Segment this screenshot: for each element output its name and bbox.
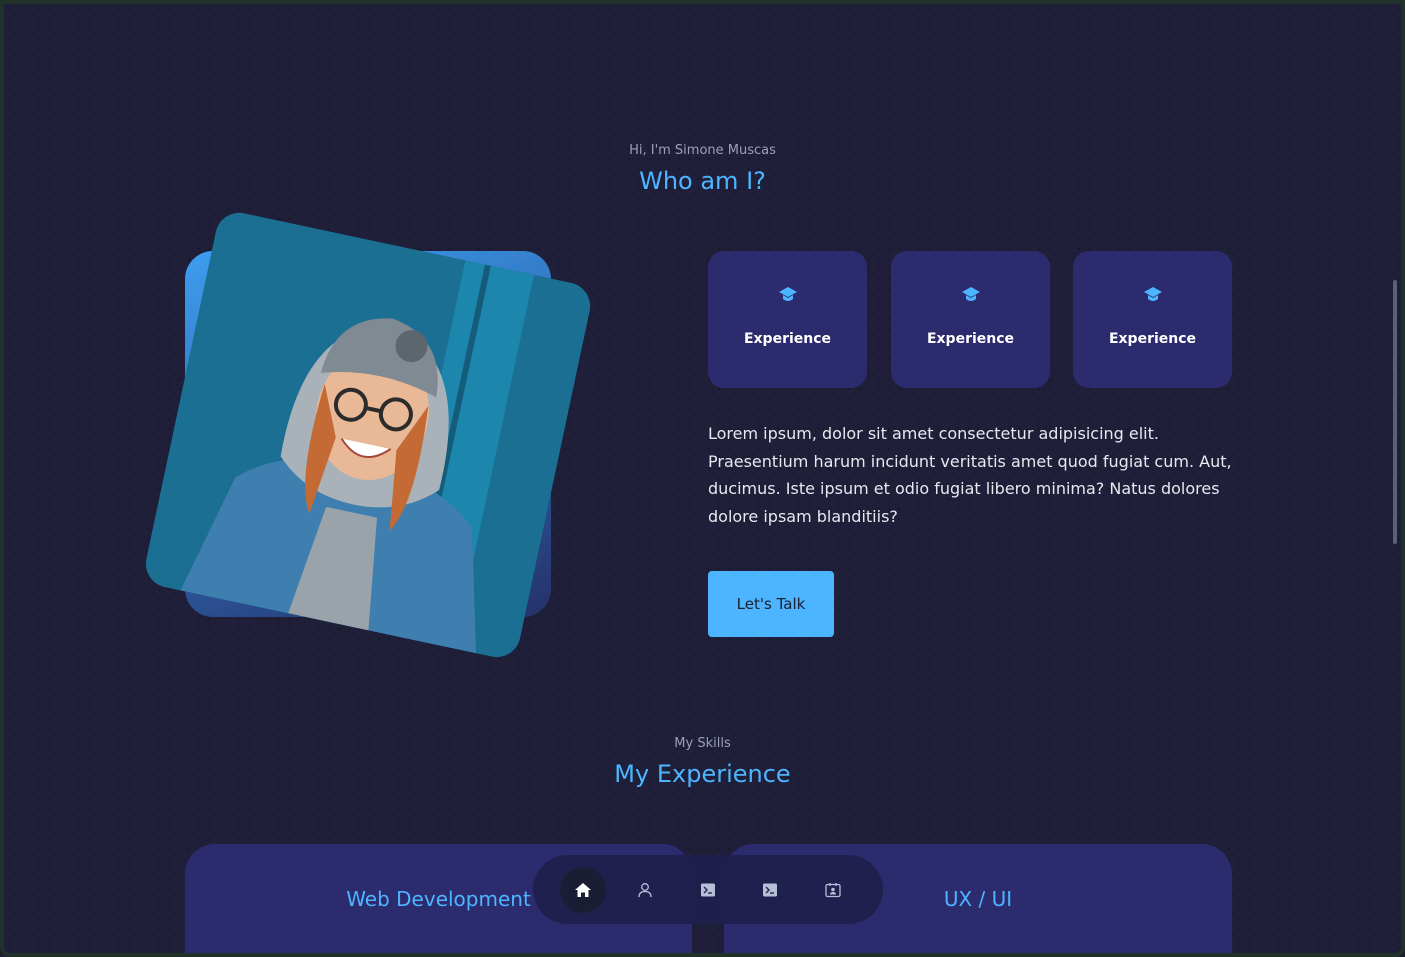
about-title: Who am I?	[639, 167, 766, 195]
graduation-cap-icon	[778, 287, 797, 301]
browser-viewport: Hi, I'm Simone Muscas Who am I? Experien…	[0, 0, 1405, 957]
nav-home[interactable]	[560, 867, 606, 913]
user-icon	[638, 883, 652, 898]
skills-title: My Experience	[614, 760, 791, 788]
graduation-cap-icon	[961, 287, 980, 301]
stat-card-experience: Experience	[891, 251, 1050, 388]
skills-eyebrow: My Skills	[674, 736, 731, 751]
terminal-icon	[701, 883, 715, 897]
nav-services[interactable]	[747, 867, 793, 913]
about-greeting: Hi, I'm Simone Muscas	[629, 143, 776, 158]
floating-nav-dock	[533, 855, 883, 924]
stat-label: Experience	[926, 331, 1015, 347]
about-description: Lorem ipsum, dolor sit amet consectetur …	[708, 424, 1232, 526]
stat-label: Experience	[1108, 331, 1197, 347]
graduation-cap-icon	[1143, 287, 1162, 301]
contact-card-icon	[825, 883, 841, 898]
stat-card-experience: Experience	[1073, 251, 1232, 388]
stat-card-experience: Experience	[708, 251, 867, 388]
terminal-icon	[763, 883, 777, 897]
stat-label: Experience	[743, 331, 832, 347]
home-icon	[575, 883, 591, 897]
scrollbar[interactable]	[1393, 280, 1397, 544]
profile-photo	[141, 208, 595, 662]
profile-illustration	[141, 208, 595, 662]
nav-contact[interactable]	[810, 867, 856, 913]
nav-experience[interactable]	[685, 867, 731, 913]
lets-talk-button[interactable]: Let's Talk	[708, 571, 834, 637]
nav-about[interactable]	[622, 867, 668, 913]
